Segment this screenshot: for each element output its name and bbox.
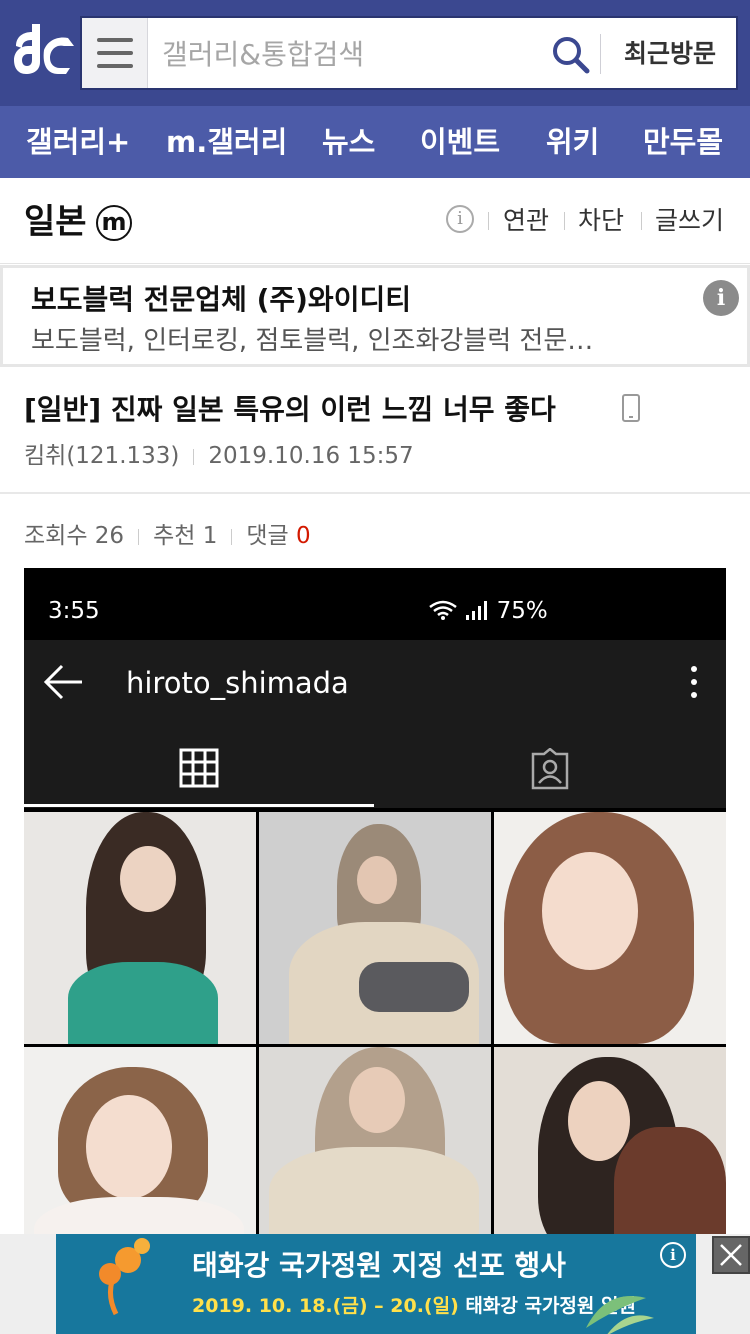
- grid-photo: [24, 1047, 256, 1234]
- write-link[interactable]: 글쓰기: [655, 205, 724, 237]
- post-author[interactable]: 킴취(121.133): [24, 443, 179, 469]
- post-image: 3:55 75% hiroto_shimada: [24, 568, 726, 1234]
- ad-title[interactable]: 보도블럭 전문업체 (주)와이디티: [31, 282, 411, 318]
- grid-photo: [24, 812, 256, 1044]
- block-link[interactable]: 차단: [578, 205, 624, 237]
- recent-visits-button[interactable]: 최근방문: [612, 36, 728, 72]
- grid-photo: [494, 812, 726, 1044]
- search-icon[interactable]: [550, 34, 590, 74]
- banner-subline: 2019. 10. 18.(금) – 20.(일) 태화강 국가정원 일원: [192, 1295, 636, 1317]
- gallery-title[interactable]: 일본: [24, 200, 87, 244]
- instagram-header: hiroto_shimada: [24, 640, 726, 726]
- post-stats: 조회수 26 추천 1 댓글 0: [24, 520, 311, 552]
- gallery-header: 일본 m i 연관 차단 글쓰기: [0, 178, 750, 264]
- more-icon: [688, 664, 698, 700]
- instagram-username: hiroto_shimada: [126, 666, 349, 700]
- minor-gallery-badge: m: [96, 205, 132, 241]
- comment-count[interactable]: 0: [296, 523, 311, 549]
- related-link[interactable]: 연관: [503, 205, 549, 237]
- recommend-count: 추천 1: [153, 523, 218, 549]
- nav-item-m-gallery[interactable]: m.갤러리: [166, 124, 287, 160]
- nav-item-wiki[interactable]: 위키: [546, 124, 599, 160]
- nav-item-gallery-plus[interactable]: 갤러리+: [26, 124, 130, 160]
- comment-label[interactable]: 댓글: [246, 523, 288, 549]
- signal-icon: [466, 601, 488, 620]
- search-box: 최근방문: [80, 16, 738, 90]
- menu-button[interactable]: [82, 18, 148, 88]
- ad-description[interactable]: 보도블럭, 인터로킹, 점토블럭, 인조화강블럭 전문…: [31, 324, 671, 358]
- post-date: 2019.10.16 15:57: [208, 443, 414, 469]
- nav-item-news[interactable]: 뉴스: [322, 124, 375, 160]
- status-right: 75%: [428, 596, 548, 626]
- top-header: 최근방문: [0, 0, 750, 106]
- dc-logo-icon[interactable]: [10, 22, 76, 78]
- text-ad[interactable]: 보도블럭 전문업체 (주)와이디티 보도블럭, 인터로킹, 점토블럭, 인조화강…: [0, 265, 750, 367]
- post-title: [일반] 진짜 일본 특유의 이런 느낌 너무 좋다: [24, 393, 556, 426]
- banner-info-icon[interactable]: i: [660, 1242, 686, 1268]
- wifi-icon: [429, 600, 457, 620]
- banner-headline: 태화강 국가정원 지정 선포 행사: [192, 1249, 566, 1282]
- close-icon: [720, 1244, 742, 1266]
- instagram-tabs: [24, 726, 726, 808]
- info-icon[interactable]: i: [446, 205, 474, 233]
- grid-photo: [259, 1047, 491, 1234]
- battery-level: 75%: [496, 598, 548, 624]
- status-time: 3:55: [48, 598, 100, 624]
- divider: [0, 492, 750, 494]
- banner-ad[interactable]: 태화강 국가정원 지정 선포 행사 2019. 10. 18.(금) – 20.…: [56, 1234, 696, 1334]
- search-input[interactable]: [162, 36, 542, 72]
- main-nav: 갤러리+ m.갤러리 뉴스 이벤트 위키 만두몰: [0, 106, 750, 178]
- flower-decoration-icon: [99, 1238, 150, 1316]
- grid-icon: [179, 748, 219, 788]
- mobile-icon: [622, 394, 640, 422]
- active-tab-indicator: [24, 804, 374, 807]
- nav-item-mandu-mall[interactable]: 만두몰: [643, 124, 723, 160]
- view-count: 조회수 26: [24, 523, 125, 549]
- tagged-user-icon: [531, 748, 569, 790]
- grid-photo: [494, 1047, 726, 1234]
- banner-close-button[interactable]: [712, 1236, 750, 1274]
- nav-item-event[interactable]: 이벤트: [420, 124, 500, 160]
- ad-info-icon[interactable]: i: [703, 280, 739, 316]
- back-arrow-icon: [43, 664, 82, 700]
- divider: [600, 34, 601, 74]
- post-meta: 킴취(121.133) 2019.10.16 15:57: [24, 440, 414, 472]
- grid-photo: [259, 812, 491, 1044]
- phone-status-bar: 3:55 75%: [24, 568, 726, 640]
- leaf-decoration-icon: [586, 1296, 654, 1334]
